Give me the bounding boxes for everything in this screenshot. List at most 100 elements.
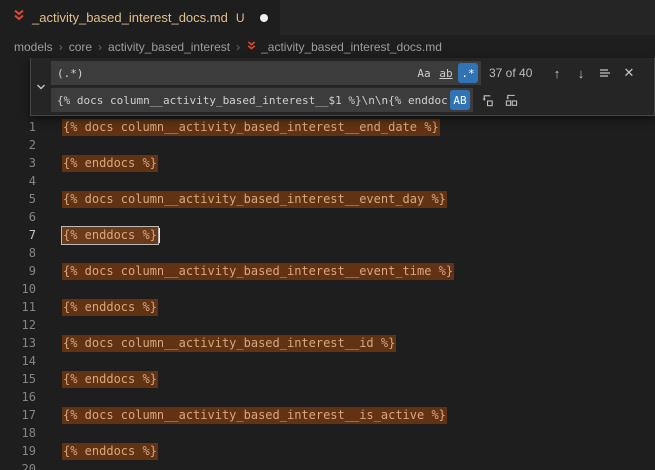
line-number[interactable]: 10 (0, 282, 36, 296)
breadcrumb-item-activity-based-interest[interactable]: activity_based_interest (108, 40, 230, 54)
code-line[interactable]: 4 (0, 172, 655, 190)
find-match-highlight: {% enddocs %} (62, 443, 158, 460)
code-line[interactable]: 8 (0, 244, 655, 262)
code-line[interactable]: 11 {% enddocs %} (0, 298, 655, 316)
close-find-widget-button[interactable]: ✕ (619, 63, 639, 83)
line-number[interactable]: 11 (0, 300, 36, 314)
arrow-up-icon: ↑ (554, 66, 561, 81)
line-text: {% docs column__activity_based_interest_… (62, 191, 447, 208)
tab-bar: _activity_based_interest_docs.md U (0, 0, 655, 35)
line-text: {% docs column__activity_based_interest_… (62, 119, 440, 136)
code-line[interactable]: 7 {% enddocs %} (0, 226, 655, 244)
code-line[interactable]: 15 {% enddocs %} (0, 370, 655, 388)
replace-button[interactable] (477, 90, 497, 110)
line-number[interactable]: 4 (0, 174, 36, 188)
editor-pane[interactable]: (.*) Aa ab .* 37 of 40 ↑ ↓ ✕ (0, 58, 655, 470)
line-number[interactable]: 15 (0, 372, 36, 386)
match-count: 37 of 40 (485, 66, 543, 80)
next-match-button[interactable]: ↓ (571, 63, 591, 83)
chevron-right-icon: › (236, 40, 240, 54)
line-number[interactable]: 19 (0, 444, 36, 458)
find-match-highlight: {% docs column__activity_based_interest_… (62, 407, 447, 424)
line-text: {% enddocs %} (62, 155, 158, 172)
line-number[interactable]: 16 (0, 390, 36, 404)
code-line[interactable]: 12 (0, 316, 655, 334)
line-number[interactable]: 17 (0, 408, 36, 422)
find-in-selection-button[interactable] (595, 63, 615, 83)
close-icon: ✕ (624, 65, 635, 81)
text-cursor (159, 228, 160, 243)
line-number[interactable]: 6 (0, 210, 36, 224)
unsaved-changes-dot-icon[interactable] (260, 14, 268, 22)
editor-tab[interactable]: _activity_based_interest_docs.md U (0, 0, 280, 35)
code-line[interactable]: 19 {% enddocs %} (0, 442, 655, 460)
line-number[interactable]: 14 (0, 354, 36, 368)
find-match-highlight: {% docs column__activity_based_interest_… (62, 119, 440, 136)
code-line[interactable]: 18 (0, 424, 655, 442)
replace-input[interactable]: {% docs column__activity_based_interest_… (51, 88, 473, 112)
code-line[interactable]: 1 {% docs column__activity_based_interest… (0, 118, 655, 136)
line-number[interactable]: 8 (0, 246, 36, 260)
breadcrumb-filename: _activity_based_interest_docs.md (261, 40, 442, 54)
chevron-right-icon: › (59, 40, 63, 54)
match-case-button[interactable]: Aa (414, 63, 434, 83)
breadcrumb-item-core[interactable]: core (69, 40, 92, 54)
line-number[interactable]: 3 (0, 156, 36, 170)
replace-all-icon (504, 93, 519, 108)
replace-input-value: {% docs column__activity_based_interest_… (57, 94, 448, 107)
breadcrumb-item-file[interactable]: _activity_based_interest_docs.md (246, 40, 442, 54)
regex-button[interactable]: .* (458, 63, 478, 83)
code-line[interactable]: 6 (0, 208, 655, 226)
line-number[interactable]: 12 (0, 318, 36, 332)
code-line[interactable]: 3 {% enddocs %} (0, 154, 655, 172)
line-text: {% docs column__activity_based_interest_… (62, 407, 447, 424)
find-match-highlight: {% docs column__activity_based_interest_… (62, 191, 447, 208)
line-number[interactable]: 9 (0, 264, 36, 278)
code-line[interactable]: 9 {% docs column__activity_based_interest… (0, 262, 655, 280)
line-text: {% enddocs %} (62, 443, 158, 460)
find-match-highlight: {% docs column__activity_based_interest_… (62, 335, 396, 352)
code-line[interactable]: 5 {% docs column__activity_based_interest… (0, 190, 655, 208)
line-number[interactable]: 18 (0, 426, 36, 440)
previous-match-button[interactable]: ↑ (547, 63, 567, 83)
toggle-replace-button[interactable] (31, 61, 51, 112)
find-input-value: (.*) (57, 67, 412, 80)
find-match-highlight: {% docs column__activity_based_interest_… (62, 263, 454, 280)
find-match-highlight: {% enddocs %} (62, 371, 158, 388)
line-number[interactable]: 5 (0, 192, 36, 206)
whole-word-button[interactable]: ab (436, 63, 456, 83)
breadcrumb-item-models[interactable]: models (14, 40, 53, 54)
code-line[interactable]: 16 (0, 388, 655, 406)
replace-all-button[interactable] (501, 90, 521, 110)
code-line[interactable]: 14 (0, 352, 655, 370)
line-text: {% enddocs %} (62, 227, 160, 244)
line-number[interactable]: 2 (0, 138, 36, 152)
code-lines: 1 {% docs column__activity_based_interest… (0, 58, 655, 470)
find-match-highlight: {% enddocs %} (62, 227, 158, 244)
chevron-down-icon (35, 81, 47, 93)
replace-icon (480, 93, 495, 108)
code-line[interactable]: 10 (0, 280, 655, 298)
find-match-highlight: {% enddocs %} (62, 299, 158, 316)
code-line[interactable]: 13 {% docs column__activity_based_interes… (0, 334, 655, 352)
find-match-highlight: {% enddocs %} (62, 155, 158, 172)
line-number[interactable]: 7 (0, 228, 36, 242)
markdown-file-icon (246, 40, 257, 54)
line-text: {% docs column__activity_based_interest_… (62, 263, 454, 280)
selection-lines-icon (598, 66, 612, 80)
code-line[interactable]: 20 (0, 460, 655, 470)
code-line[interactable]: 2 (0, 136, 655, 154)
chevron-right-icon: › (98, 40, 102, 54)
tab-filename: _activity_based_interest_docs.md (32, 10, 228, 25)
preserve-case-button[interactable]: AB (450, 90, 470, 110)
arrow-down-icon: ↓ (578, 66, 585, 81)
line-number[interactable]: 1 (0, 120, 36, 134)
line-number[interactable]: 13 (0, 336, 36, 350)
line-number[interactable]: 20 (0, 462, 36, 470)
markdown-file-icon (12, 8, 26, 27)
find-input[interactable]: (.*) Aa ab .* (51, 61, 481, 85)
find-replace-widget: (.*) Aa ab .* 37 of 40 ↑ ↓ ✕ (30, 58, 655, 116)
git-status-badge: U (236, 11, 245, 25)
code-line[interactable]: 17 {% docs column__activity_based_interes… (0, 406, 655, 424)
line-text: {% enddocs %} (62, 299, 158, 316)
